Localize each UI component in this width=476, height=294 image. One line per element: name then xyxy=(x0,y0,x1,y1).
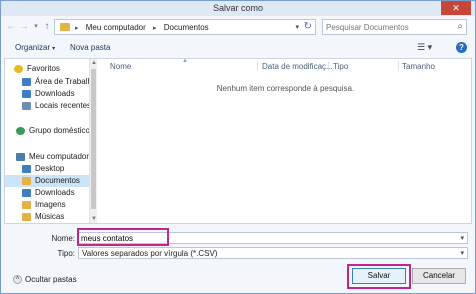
nav-item-desktop[interactable]: Desktop xyxy=(5,163,89,175)
address-bar[interactable]: ▸ Meu computador ▸ Documentos ▾ ↻ xyxy=(54,19,316,35)
column-header-size[interactable]: Tamanho xyxy=(402,62,435,71)
type-label: Tipo: xyxy=(57,249,76,258)
column-divider[interactable] xyxy=(257,61,258,71)
pictures-icon xyxy=(22,201,31,209)
breadcrumb-item-documents[interactable]: Documentos xyxy=(164,23,209,32)
cancel-button[interactable]: Cancelar xyxy=(412,268,466,284)
sort-ascending-icon: ▲ xyxy=(182,58,188,64)
nav-item-label: Meu computador xyxy=(29,152,90,161)
breadcrumb-item-computer[interactable]: Meu computador xyxy=(86,23,146,32)
column-header-type[interactable]: Tipo xyxy=(333,62,348,71)
file-type-select[interactable]: Valores separados por vírgula (*.CSV) ▾ xyxy=(78,247,468,259)
back-button[interactable]: ← xyxy=(5,20,17,34)
column-divider[interactable] xyxy=(328,61,329,71)
nav-item-label: Downloads xyxy=(35,188,75,197)
nav-item-label: Desktop xyxy=(35,164,65,173)
folder-icon xyxy=(60,23,70,31)
browser-area: Favoritos Área de Trabalho Downloads Loc… xyxy=(4,58,472,224)
forward-button[interactable]: → xyxy=(18,20,30,34)
breadcrumb: ▸ Meu computador ▸ Documentos xyxy=(75,23,214,32)
documents-icon xyxy=(22,177,31,185)
search-input[interactable] xyxy=(326,22,451,33)
window-title: Salvar como xyxy=(212,3,264,13)
scroll-down-icon[interactable]: ▼ xyxy=(91,216,97,222)
homegroup-icon xyxy=(16,127,25,135)
nav-item-homegroup[interactable]: Grupo doméstico xyxy=(5,125,90,137)
view-options-icon[interactable]: ☰ ▾ xyxy=(417,42,432,53)
star-icon xyxy=(14,65,23,73)
chevron-down-icon[interactable]: ▾ xyxy=(460,234,464,242)
nav-item-label: Locais recentes xyxy=(35,101,92,110)
toolbar: Organizar ▾ Nova pasta ☰ ▾ ? xyxy=(1,39,475,57)
nav-item-label: Área de Trabalho xyxy=(35,77,97,86)
nav-pane-scrollbar[interactable]: ▲ ▼ xyxy=(89,59,97,223)
name-field-highlight xyxy=(77,228,169,246)
title-bar: Salvar como ✕ xyxy=(1,1,475,16)
scrollbar-thumb[interactable] xyxy=(91,69,96,209)
chevron-down-icon[interactable]: ▾ xyxy=(460,249,464,257)
column-divider[interactable] xyxy=(398,61,399,71)
organize-label: Organizar xyxy=(15,43,51,52)
desktop-icon xyxy=(22,165,31,173)
nav-item-label: Documentos xyxy=(35,176,80,185)
downloads-icon xyxy=(22,189,31,197)
chevron-up-icon: ˄ xyxy=(13,275,22,284)
nav-item-music[interactable]: Músicas xyxy=(5,211,89,223)
refresh-icon[interactable]: ↻ xyxy=(304,21,312,32)
music-icon xyxy=(22,213,31,221)
column-header-name[interactable]: Nome xyxy=(110,62,131,71)
close-button[interactable]: ✕ xyxy=(441,1,471,15)
navigation-pane: Favoritos Área de Trabalho Downloads Loc… xyxy=(5,59,97,223)
nav-item-downloads-favorite[interactable]: Downloads xyxy=(5,88,89,100)
up-button[interactable]: ↑ xyxy=(41,20,53,34)
nav-item-favorites[interactable]: Favoritos xyxy=(5,63,89,75)
desktop-icon xyxy=(22,78,31,86)
file-type-value: Valores separados por vírgula (*.CSV) xyxy=(82,249,218,258)
search-icon[interactable]: ⌕ xyxy=(457,21,463,32)
save-as-dialog: Salvar como ✕ ← → ▾ ↑ ▸ Meu computador ▸… xyxy=(0,0,476,294)
empty-list-message: Nenhum item corresponde à pesquisa. xyxy=(216,84,355,93)
nav-item-label: Músicas xyxy=(35,212,65,221)
downloads-icon xyxy=(22,90,31,98)
address-dropdown-icon[interactable]: ▾ xyxy=(295,23,299,31)
nav-item-label: Downloads xyxy=(35,89,75,98)
name-label: Nome: xyxy=(51,234,75,243)
nav-item-desktop-favorite[interactable]: Área de Trabalho xyxy=(5,76,96,88)
nav-item-label: Favoritos xyxy=(27,64,60,73)
breadcrumb-separator: ▸ xyxy=(75,25,79,32)
search-box[interactable]: ⌕ xyxy=(322,19,467,35)
nav-item-computer[interactable]: Meu computador xyxy=(5,151,89,163)
nav-item-label: Grupo doméstico xyxy=(29,126,90,135)
chevron-down-icon: ▾ xyxy=(52,46,56,52)
recent-places-icon xyxy=(22,102,31,110)
nav-item-label: Imagens xyxy=(35,200,66,209)
nav-item-downloads[interactable]: Downloads xyxy=(5,187,89,199)
hide-folders-label: Ocultar pastas xyxy=(25,275,77,284)
breadcrumb-separator[interactable]: ▸ xyxy=(153,25,157,32)
save-button-highlight xyxy=(347,264,411,289)
file-list: Nome ▲ Data de modificaç... Tipo Tamanho… xyxy=(100,58,471,223)
nav-item-pictures[interactable]: Imagens xyxy=(5,199,89,211)
organize-button[interactable]: Organizar ▾ xyxy=(15,43,55,52)
scroll-up-icon[interactable]: ▲ xyxy=(91,60,97,66)
nav-item-documents[interactable]: Documentos xyxy=(5,175,89,187)
column-header-modified[interactable]: Data de modificaç... xyxy=(262,62,333,71)
new-folder-button[interactable]: Nova pasta xyxy=(70,43,110,52)
computer-icon xyxy=(16,153,25,161)
nav-item-recent-places[interactable]: Locais recentes xyxy=(5,100,92,112)
help-icon[interactable]: ? xyxy=(456,42,467,53)
